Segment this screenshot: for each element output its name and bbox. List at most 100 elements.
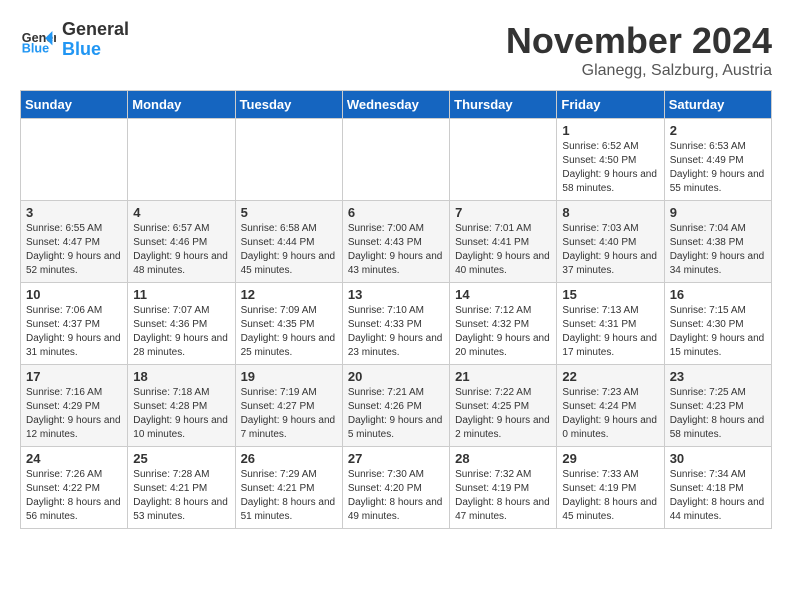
calendar-cell	[235, 119, 342, 201]
logo: General Blue General Blue	[20, 20, 129, 60]
day-number: 26	[241, 451, 337, 466]
calendar-cell: 1 Sunrise: 6:52 AM Sunset: 4:50 PM Daylig…	[557, 119, 664, 201]
day-info: Sunrise: 7:26 AM Sunset: 4:22 PM Dayligh…	[26, 468, 122, 524]
day-number: 24	[26, 451, 122, 466]
calendar-cell: 21 Sunrise: 7:22 AM Sunset: 4:25 PM Dayli…	[450, 365, 557, 447]
day-info: Sunrise: 7:06 AM Sunset: 4:37 PM Dayligh…	[26, 304, 122, 360]
calendar: SundayMondayTuesdayWednesdayThursdayFrid…	[20, 90, 772, 529]
logo-line1: General	[62, 20, 129, 40]
calendar-cell: 29 Sunrise: 7:33 AM Sunset: 4:19 PM Dayli…	[557, 447, 664, 529]
calendar-cell: 6 Sunrise: 7:00 AM Sunset: 4:43 PM Daylig…	[342, 201, 449, 283]
day-info: Sunrise: 7:00 AM Sunset: 4:43 PM Dayligh…	[348, 222, 444, 278]
day-info: Sunrise: 7:12 AM Sunset: 4:32 PM Dayligh…	[455, 304, 551, 360]
day-info: Sunrise: 7:21 AM Sunset: 4:26 PM Dayligh…	[348, 386, 444, 442]
day-number: 4	[133, 205, 229, 220]
calendar-cell	[128, 119, 235, 201]
day-number: 17	[26, 369, 122, 384]
day-info: Sunrise: 7:32 AM Sunset: 4:19 PM Dayligh…	[455, 468, 551, 524]
calendar-cell: 18 Sunrise: 7:18 AM Sunset: 4:28 PM Dayli…	[128, 365, 235, 447]
month-title: November 2024	[506, 20, 772, 62]
day-info: Sunrise: 7:07 AM Sunset: 4:36 PM Dayligh…	[133, 304, 229, 360]
calendar-cell	[342, 119, 449, 201]
day-info: Sunrise: 6:53 AM Sunset: 4:49 PM Dayligh…	[670, 140, 766, 196]
week-row-3: 10 Sunrise: 7:06 AM Sunset: 4:37 PM Dayli…	[21, 283, 772, 365]
day-number: 19	[241, 369, 337, 384]
calendar-cell: 7Sunrise: 7:01 AM Sunset: 4:41 PM Daylig…	[450, 201, 557, 283]
day-number: 21	[455, 369, 551, 384]
logo-line2: Blue	[62, 40, 129, 60]
day-info: Sunrise: 7:13 AM Sunset: 4:31 PM Dayligh…	[562, 304, 658, 360]
calendar-cell: 22 Sunrise: 7:23 AM Sunset: 4:24 PM Dayli…	[557, 365, 664, 447]
day-number: 28	[455, 451, 551, 466]
calendar-cell: 17 Sunrise: 7:16 AM Sunset: 4:29 PM Dayli…	[21, 365, 128, 447]
day-info: Sunrise: 7:04 AM Sunset: 4:38 PM Dayligh…	[670, 222, 766, 278]
week-row-4: 17 Sunrise: 7:16 AM Sunset: 4:29 PM Dayli…	[21, 365, 772, 447]
weekday-header-row: SundayMondayTuesdayWednesdayThursdayFrid…	[21, 91, 772, 119]
calendar-cell: 23Sunrise: 7:25 AM Sunset: 4:23 PM Dayli…	[664, 365, 771, 447]
calendar-cell: 27Sunrise: 7:30 AM Sunset: 4:20 PM Dayli…	[342, 447, 449, 529]
day-info: Sunrise: 7:15 AM Sunset: 4:30 PM Dayligh…	[670, 304, 766, 360]
day-info: Sunrise: 6:55 AM Sunset: 4:47 PM Dayligh…	[26, 222, 122, 278]
calendar-cell: 13Sunrise: 7:10 AM Sunset: 4:33 PM Dayli…	[342, 283, 449, 365]
day-info: Sunrise: 7:09 AM Sunset: 4:35 PM Dayligh…	[241, 304, 337, 360]
calendar-cell: 3Sunrise: 6:55 AM Sunset: 4:47 PM Daylig…	[21, 201, 128, 283]
day-number: 20	[348, 369, 444, 384]
day-number: 1	[562, 123, 658, 138]
calendar-cell: 19 Sunrise: 7:19 AM Sunset: 4:27 PM Dayli…	[235, 365, 342, 447]
calendar-cell: 28 Sunrise: 7:32 AM Sunset: 4:19 PM Dayli…	[450, 447, 557, 529]
calendar-cell: 20 Sunrise: 7:21 AM Sunset: 4:26 PM Dayli…	[342, 365, 449, 447]
day-number: 22	[562, 369, 658, 384]
calendar-cell: 11 Sunrise: 7:07 AM Sunset: 4:36 PM Dayli…	[128, 283, 235, 365]
weekday-header-monday: Monday	[128, 91, 235, 119]
week-row-2: 3Sunrise: 6:55 AM Sunset: 4:47 PM Daylig…	[21, 201, 772, 283]
day-number: 15	[562, 287, 658, 302]
calendar-cell: 9Sunrise: 7:04 AM Sunset: 4:38 PM Daylig…	[664, 201, 771, 283]
calendar-cell	[450, 119, 557, 201]
calendar-cell: 4 Sunrise: 6:57 AM Sunset: 4:46 PM Daylig…	[128, 201, 235, 283]
day-number: 30	[670, 451, 766, 466]
location: Glanegg, Salzburg, Austria	[506, 62, 772, 80]
svg-text:Blue: Blue	[22, 41, 49, 55]
calendar-cell: 12 Sunrise: 7:09 AM Sunset: 4:35 PM Dayli…	[235, 283, 342, 365]
day-info: Sunrise: 7:22 AM Sunset: 4:25 PM Dayligh…	[455, 386, 551, 442]
day-number: 2	[670, 123, 766, 138]
calendar-cell: 30 Sunrise: 7:34 AM Sunset: 4:18 PM Dayli…	[664, 447, 771, 529]
day-number: 13	[348, 287, 444, 302]
day-info: Sunrise: 7:18 AM Sunset: 4:28 PM Dayligh…	[133, 386, 229, 442]
page-header: General Blue General Blue November 2024 …	[20, 20, 772, 80]
title-area: November 2024 Glanegg, Salzburg, Austria	[506, 20, 772, 80]
day-number: 18	[133, 369, 229, 384]
day-number: 29	[562, 451, 658, 466]
day-info: Sunrise: 6:58 AM Sunset: 4:44 PM Dayligh…	[241, 222, 337, 278]
calendar-cell: 15 Sunrise: 7:13 AM Sunset: 4:31 PM Dayli…	[557, 283, 664, 365]
weekday-header-saturday: Saturday	[664, 91, 771, 119]
weekday-header-friday: Friday	[557, 91, 664, 119]
day-number: 25	[133, 451, 229, 466]
weekday-header-tuesday: Tuesday	[235, 91, 342, 119]
week-row-5: 24 Sunrise: 7:26 AM Sunset: 4:22 PM Dayli…	[21, 447, 772, 529]
day-number: 23	[670, 369, 766, 384]
weekday-header-sunday: Sunday	[21, 91, 128, 119]
calendar-cell: 25Sunrise: 7:28 AM Sunset: 4:21 PM Dayli…	[128, 447, 235, 529]
day-number: 14	[455, 287, 551, 302]
day-info: Sunrise: 7:19 AM Sunset: 4:27 PM Dayligh…	[241, 386, 337, 442]
calendar-cell: 10 Sunrise: 7:06 AM Sunset: 4:37 PM Dayli…	[21, 283, 128, 365]
calendar-cell: 5Sunrise: 6:58 AM Sunset: 4:44 PM Daylig…	[235, 201, 342, 283]
day-info: Sunrise: 6:57 AM Sunset: 4:46 PM Dayligh…	[133, 222, 229, 278]
day-number: 7	[455, 205, 551, 220]
day-info: Sunrise: 7:33 AM Sunset: 4:19 PM Dayligh…	[562, 468, 658, 524]
day-info: Sunrise: 7:16 AM Sunset: 4:29 PM Dayligh…	[26, 386, 122, 442]
day-info: Sunrise: 7:34 AM Sunset: 4:18 PM Dayligh…	[670, 468, 766, 524]
day-info: Sunrise: 7:03 AM Sunset: 4:40 PM Dayligh…	[562, 222, 658, 278]
day-info: Sunrise: 7:23 AM Sunset: 4:24 PM Dayligh…	[562, 386, 658, 442]
day-info: Sunrise: 6:52 AM Sunset: 4:50 PM Dayligh…	[562, 140, 658, 196]
day-number: 6	[348, 205, 444, 220]
day-number: 12	[241, 287, 337, 302]
day-number: 16	[670, 287, 766, 302]
calendar-cell: 24 Sunrise: 7:26 AM Sunset: 4:22 PM Dayli…	[21, 447, 128, 529]
day-number: 11	[133, 287, 229, 302]
week-row-1: 1 Sunrise: 6:52 AM Sunset: 4:50 PM Daylig…	[21, 119, 772, 201]
weekday-header-wednesday: Wednesday	[342, 91, 449, 119]
day-number: 10	[26, 287, 122, 302]
day-number: 8	[562, 205, 658, 220]
